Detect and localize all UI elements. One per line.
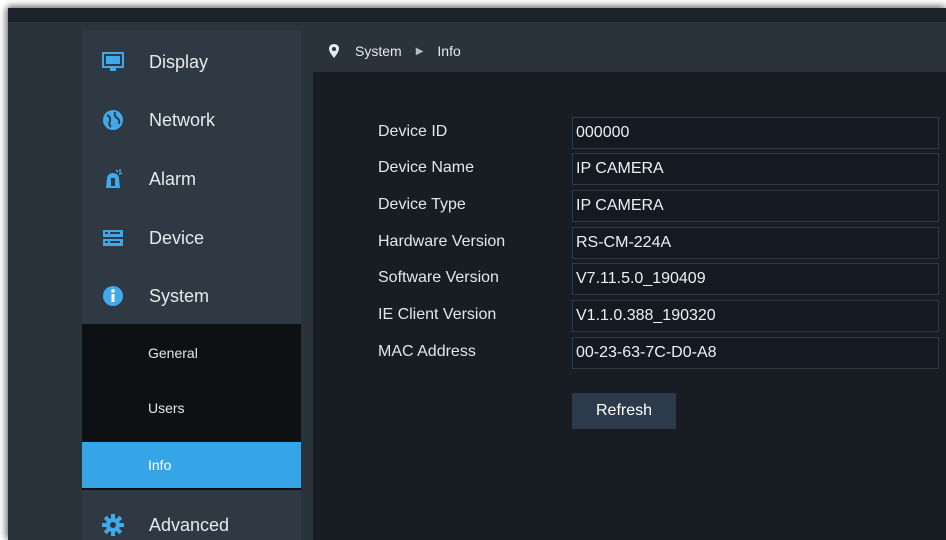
breadcrumb-page: Info [437, 43, 461, 59]
sidebar-item-label: Display [149, 51, 209, 72]
software-version-label: Software Version [378, 269, 499, 286]
sidebar-item-label: System [149, 285, 210, 306]
software-version-field: V7.11.5.0_190409 [572, 263, 939, 295]
info-icon [102, 285, 124, 307]
device-id-field: 000000 [572, 117, 939, 149]
sidebar-item-label: Advanced [149, 514, 230, 535]
sidebar-item-device[interactable]: Device [82, 209, 301, 267]
refresh-button[interactable]: Refresh [572, 393, 676, 429]
main-panel: System ▶ Info Device ID 000000 Device Na… [313, 30, 946, 540]
location-pin-icon [329, 44, 339, 58]
sidebar-item-network[interactable]: Network [82, 91, 301, 149]
submenu-item-label: Info [148, 457, 172, 473]
globe-icon [102, 109, 124, 131]
hardware-version-field: RS-CM-224A [572, 227, 939, 259]
sidebar-item-display[interactable]: Display [82, 33, 301, 91]
monitor-icon [102, 51, 124, 73]
breadcrumb-section[interactable]: System [355, 43, 402, 59]
device-name-label: Device Name [378, 159, 475, 176]
submenu-item-label: General [148, 345, 198, 361]
sidebar-item-label: Network [149, 109, 216, 130]
top-bar [8, 8, 946, 22]
mac-address-label: MAC Address [378, 343, 476, 360]
alarm-icon [102, 168, 124, 190]
system-submenu: General Users Info [82, 324, 301, 490]
mac-address-field: 00-23-63-7C-D0-A8 [572, 337, 939, 369]
submenu-item-general[interactable]: General [82, 330, 301, 376]
storage-icon [102, 227, 124, 249]
gear-icon [102, 514, 124, 536]
chevron-right-icon: ▶ [415, 45, 424, 57]
device-type-field: IP CAMERA [572, 190, 939, 222]
sidebar-item-label: Device [149, 227, 205, 248]
device-name-field: IP CAMERA [572, 153, 939, 185]
app-window: Display Network Alarm Device System Gene… [8, 8, 946, 540]
ie-client-version-label: IE Client Version [378, 306, 497, 323]
submenu-item-label: Users [148, 400, 185, 416]
sidebar-item-system[interactable]: System [82, 267, 301, 325]
hardware-version-label: Hardware Version [378, 233, 506, 250]
device-type-label: Device Type [378, 196, 466, 213]
breadcrumb: System ▶ Info [313, 30, 946, 72]
submenu-item-users[interactable]: Users [82, 385, 301, 431]
left-strip [8, 22, 82, 540]
sidebar: Display Network Alarm Device System Gene… [82, 30, 301, 540]
sidebar-item-label: Alarm [149, 168, 197, 189]
ie-client-version-field: V1.1.0.388_190320 [572, 300, 939, 332]
submenu-item-info[interactable]: Info [82, 442, 301, 488]
sidebar-item-alarm[interactable]: Alarm [82, 150, 301, 208]
device-id-label: Device ID [378, 123, 448, 140]
sidebar-item-advanced[interactable]: Advanced [82, 496, 301, 540]
